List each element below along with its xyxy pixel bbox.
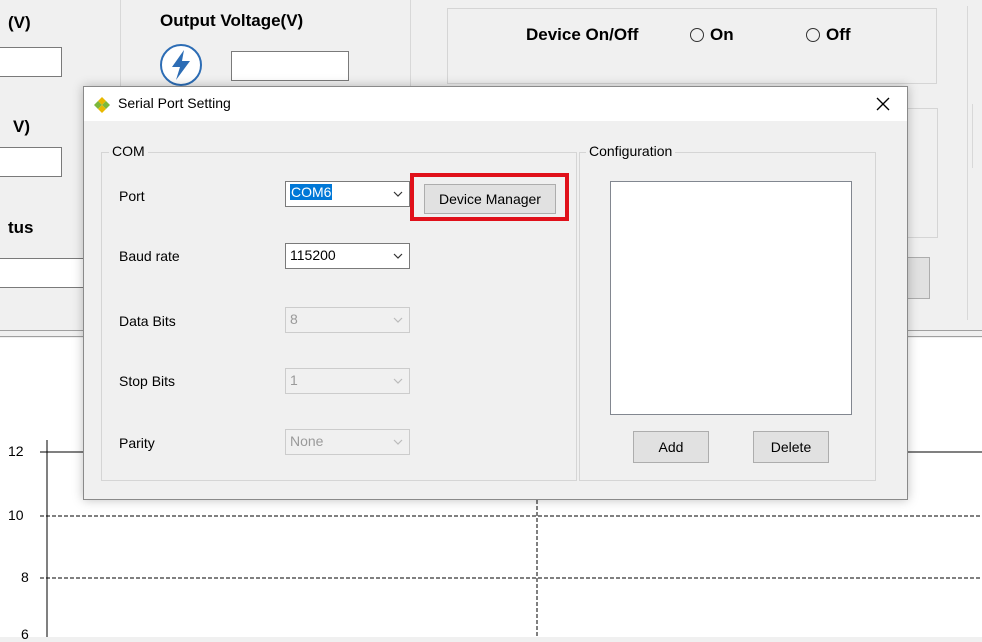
port-label: Port <box>119 188 145 204</box>
chevron-down-icon <box>393 253 403 259</box>
delete-button[interactable]: Delete <box>753 431 829 463</box>
configuration-group-label: Configuration <box>586 143 676 159</box>
chart-y-tick-label: 6 <box>21 626 29 642</box>
chevron-down-icon <box>393 439 403 445</box>
configuration-list[interactable] <box>610 181 852 415</box>
chart-y-tick-label: 12 <box>8 443 24 459</box>
baud-rate-value: 115200 <box>290 247 336 263</box>
chevron-down-icon <box>393 191 403 197</box>
parity-value: None <box>290 433 324 449</box>
parity-combobox[interactable]: None <box>285 429 410 455</box>
parity-label: Parity <box>119 435 155 451</box>
data-bits-label: Data Bits <box>119 313 176 329</box>
port-combobox[interactable]: COM6 <box>285 181 410 207</box>
baud-rate-label: Baud rate <box>119 248 180 264</box>
app-icon <box>93 96 111 114</box>
dialog-titlebar[interactable]: Serial Port Setting <box>84 87 907 121</box>
dialog-title: Serial Port Setting <box>118 95 231 111</box>
stop-bits-label: Stop Bits <box>119 373 176 389</box>
device-manager-highlight <box>410 173 569 221</box>
add-button[interactable]: Add <box>633 431 709 463</box>
baud-rate-combobox[interactable]: 115200 <box>285 243 410 269</box>
stop-bits-combobox[interactable]: 1 <box>285 368 410 394</box>
port-value: COM6 <box>290 184 333 200</box>
com-group-label: COM <box>109 143 148 159</box>
serial-port-dialog: Serial Port Setting COM Port COM6 Device… <box>83 86 908 500</box>
stop-bits-value: 1 <box>290 372 298 388</box>
close-icon[interactable] <box>872 93 894 115</box>
chart-y-tick-label: 8 <box>21 569 29 585</box>
chevron-down-icon <box>393 317 403 323</box>
data-bits-combobox[interactable]: 8 <box>285 307 410 333</box>
data-bits-value: 8 <box>290 311 298 327</box>
chart-y-tick-label: 10 <box>8 507 24 523</box>
chevron-down-icon <box>393 378 403 384</box>
